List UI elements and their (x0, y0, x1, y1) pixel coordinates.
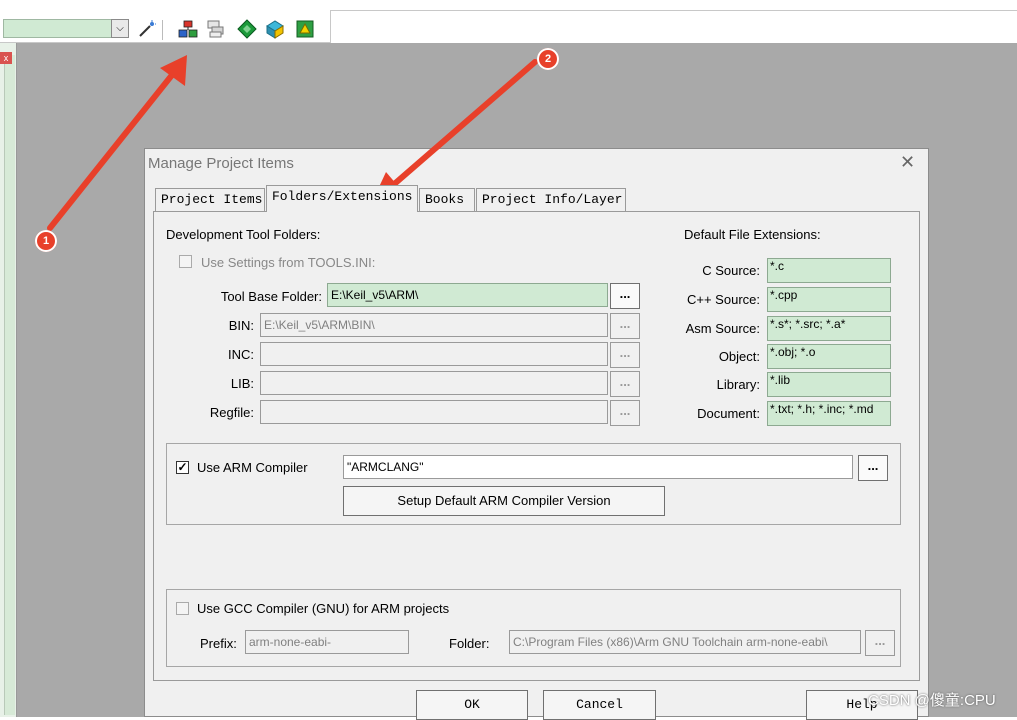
annotation-badge-2: 2 (537, 48, 559, 70)
annotation-arrows (47, 55, 538, 231)
tab-folders-extensions[interactable]: Folders/Extensions (266, 185, 418, 212)
annotation-badge-1: 1 (35, 230, 57, 252)
watermark: CSDN @傻童:CPU (868, 692, 996, 709)
arrow-2 (372, 59, 538, 202)
arrow-1 (47, 55, 187, 231)
